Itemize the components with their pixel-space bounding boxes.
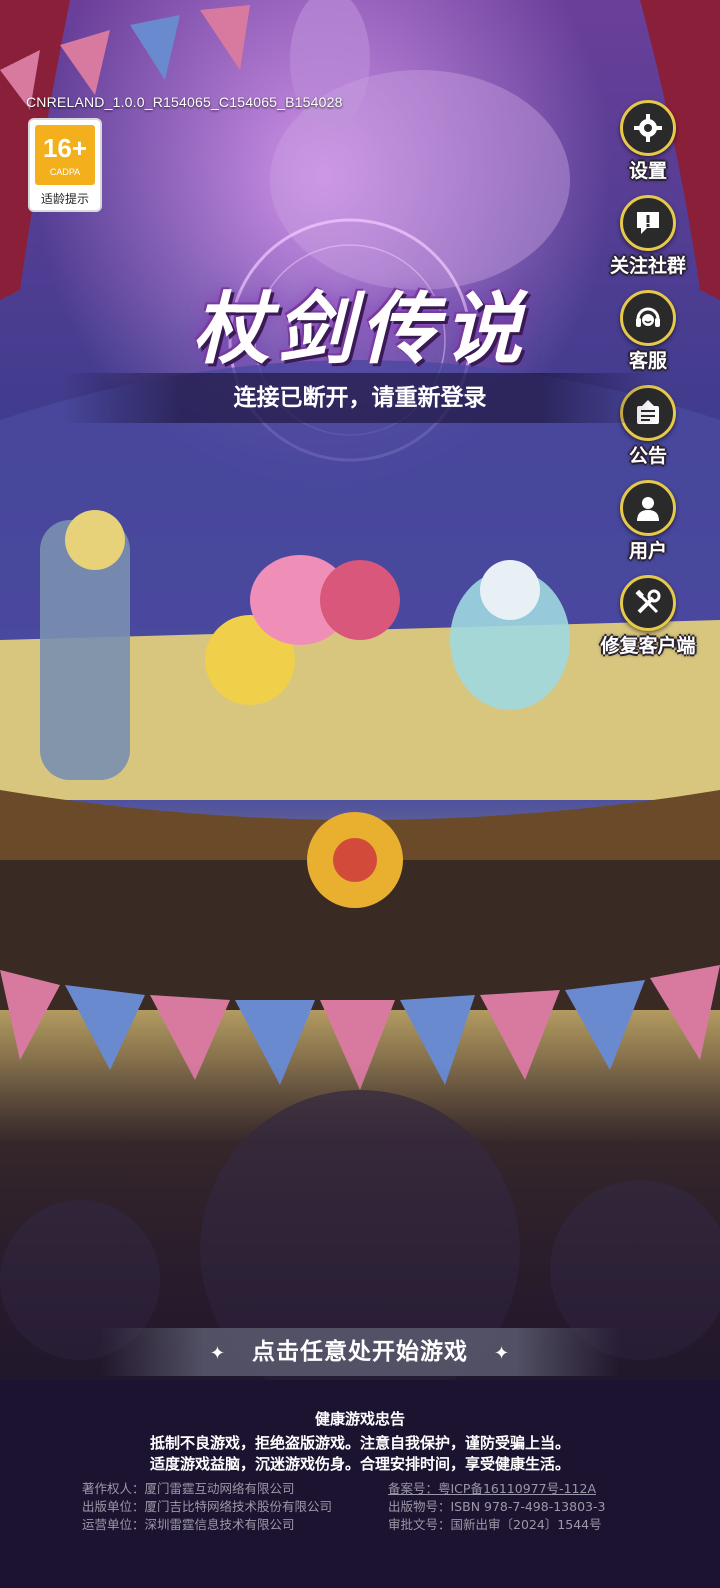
version-text: CNRELAND_1.0.0_R154065_C154065_B154028 (26, 94, 343, 110)
health-notice-line: 适度游戏益脑，沉迷游戏伤身。合理安排时间，享受健康生活。 (149, 1455, 570, 1473)
start-game-label: 点击任意处开始游戏 (252, 1339, 468, 1365)
age-rating-logo: 16+ CADPA (35, 125, 95, 185)
repair-client-label: 修复客户端 (600, 635, 696, 657)
game-logo: 杖剑传说 (191, 284, 528, 375)
follow-community-label: 关注社群 (609, 255, 686, 277)
age-rating-number: 16+ (42, 133, 88, 163)
operator: 运营单位：深圳雷霆信息技术有限公司 (82, 1517, 295, 1532)
customer-service-button[interactable]: 客服 (593, 290, 703, 373)
age-rating-badge[interactable]: 16+ CADPA 适龄提示 (28, 118, 102, 212)
repair-client-button[interactable]: 修复客户端 (593, 575, 703, 658)
health-notice: 健康游戏忠告 抵制不良游戏，拒绝盗版游戏。注意自我保护，谨防受骗上当。 适度游戏… (0, 1408, 720, 1475)
credits-left: 著作权人：厦门雷霆互动网络有限公司 出版单位：厦门吉比特网络技术股份有限公司 运… (82, 1480, 332, 1534)
follow-community-button[interactable]: 关注社群 (593, 195, 703, 278)
announcement-label: 公告 (628, 445, 667, 467)
icp-number: 备案号：粤ICP备16110977号-112A (388, 1481, 596, 1496)
settings-label: 设置 (628, 160, 667, 182)
isbn-number: 出版物号：ISBN 978-7-498-13803-3 (388, 1499, 606, 1514)
repair-tools-icon (620, 575, 676, 631)
settings-button[interactable]: 设置 (593, 100, 703, 183)
customer-service-label: 客服 (628, 350, 667, 372)
disconnect-message: 连接已断开，请重新登录 (60, 373, 660, 423)
user-button[interactable]: 用户 (593, 480, 703, 563)
health-notice-line: 抵制不良游戏，拒绝盗版游戏。注意自我保护，谨防受骗上当。 (149, 1434, 570, 1452)
gear-icon (620, 100, 676, 156)
age-rating-tip: 适龄提示 (40, 192, 89, 206)
copyright-holder: 著作权人：厦门雷霆互动网络有限公司 (82, 1481, 295, 1496)
user-label: 用户 (628, 540, 667, 562)
credits-right: 备案号：粤ICP备16110977号-112A 出版物号：ISBN 978-7-… (388, 1480, 605, 1534)
publisher: 出版单位：厦门吉比特网络技术股份有限公司 (82, 1499, 333, 1514)
headset-icon (620, 290, 676, 346)
sparkle-icon: ✦ (209, 1343, 226, 1364)
health-notice-title: 健康游戏忠告 (314, 1410, 405, 1428)
age-rating-org: CADPA (49, 167, 81, 177)
exclamation-bubble-icon (620, 195, 676, 251)
sparkle-icon: ✦ (494, 1343, 511, 1364)
user-icon (620, 480, 676, 536)
approval-number: 审批文号：国新出审〔2024〕1544号 (388, 1517, 602, 1532)
start-game-prompt[interactable]: ✦ 点击任意处开始游戏 ✦ (100, 1328, 620, 1376)
